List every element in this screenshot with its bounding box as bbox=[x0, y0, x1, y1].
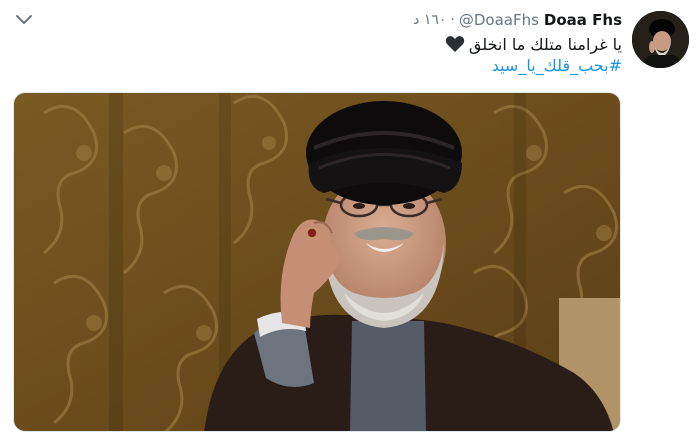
hashtag-link[interactable]: #بحب_قلك_يا_سيد bbox=[492, 56, 622, 78]
user-handle[interactable]: @DoaaFhs bbox=[459, 11, 539, 29]
tweet-text-body: يا غرامنا متلك ما انخلق bbox=[468, 34, 622, 54]
black-heart-icon bbox=[445, 35, 465, 53]
tweet-timestamp[interactable]: ١٦٠ د bbox=[413, 12, 446, 28]
tweet-card: ١٦٠ د · @DoaaFhs Doaa Fhs يا غرامنا متلك… bbox=[0, 0, 699, 439]
avatar[interactable] bbox=[632, 11, 689, 68]
tweet-header: ١٦٠ د · @DoaaFhs Doaa Fhs bbox=[413, 10, 622, 30]
tweet-text: يا غرامنا متلك ما انخلق bbox=[445, 33, 622, 55]
header-separator: · bbox=[450, 12, 455, 28]
tweet-photo[interactable] bbox=[13, 92, 621, 432]
display-name[interactable]: Doaa Fhs bbox=[544, 11, 622, 29]
chevron-down-icon[interactable] bbox=[14, 12, 34, 28]
